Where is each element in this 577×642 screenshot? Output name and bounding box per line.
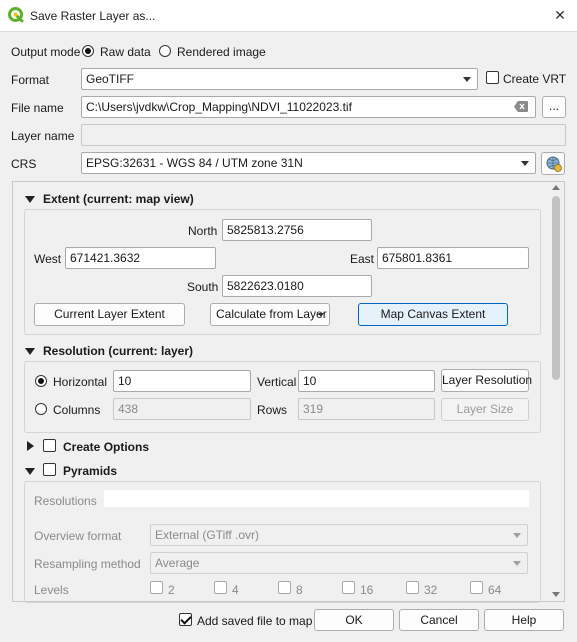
globe-icon [546, 156, 562, 172]
level-4-checkbox[interactable] [214, 581, 227, 594]
file-name-value: C:\Users\jvdkw\Crop_Mapping\NDVI_1102202… [86, 100, 352, 114]
rows-label: Rows [257, 403, 288, 417]
create-options-checkbox[interactable] [43, 439, 56, 452]
west-input[interactable]: 671421.3632 [65, 247, 216, 269]
clear-icon[interactable] [514, 101, 528, 112]
layer-name-label: Layer name [11, 129, 75, 143]
browse-button[interactable]: ... [542, 96, 566, 118]
close-icon[interactable]: ✕ [548, 5, 572, 25]
crs-selector-button[interactable] [541, 152, 565, 175]
columns-radio[interactable] [35, 403, 47, 415]
north-input[interactable]: 5825813.2756 [222, 219, 372, 241]
overview-format-value: External (GTiff .ovr) [155, 528, 260, 542]
chevron-down-icon [318, 313, 324, 317]
crs-label: CRS [11, 157, 37, 171]
format-select[interactable]: GeoTIFF [81, 68, 478, 90]
level-2-checkbox[interactable] [150, 581, 163, 594]
resampling-method-select[interactable]: Average [150, 552, 528, 574]
scroll-up-icon[interactable] [552, 185, 560, 190]
format-label: Format [11, 73, 50, 87]
south-label: South [187, 280, 219, 294]
format-value: GeoTIFF [86, 72, 135, 86]
help-button[interactable]: Help [484, 609, 564, 631]
level-4-label: 4 [232, 583, 239, 597]
columns-input[interactable]: 438 [113, 398, 251, 420]
resampling-method-value: Average [155, 556, 200, 570]
crs-value: EPSG:32631 - WGS 84 / UTM zone 31N [86, 156, 303, 170]
rendered-image-radio[interactable] [159, 45, 171, 57]
vertical-label: Vertical [257, 375, 297, 389]
raw-data-radio[interactable] [82, 45, 94, 57]
crs-select[interactable]: EPSG:32631 - WGS 84 / UTM zone 31N [81, 152, 536, 174]
file-name-label: File name [11, 101, 64, 115]
add-saved-file-checkbox[interactable] [179, 613, 192, 626]
raw-data-label[interactable]: Raw data [100, 45, 151, 59]
layer-size-button[interactable]: Layer Size [441, 398, 529, 421]
calculate-from-layer-label: Calculate from Layer [216, 307, 327, 321]
qgis-logo-icon [8, 7, 24, 23]
current-layer-extent-button[interactable]: Current Layer Extent [34, 303, 185, 326]
level-32-checkbox[interactable] [406, 581, 419, 594]
pyramids-checkbox[interactable] [43, 463, 56, 476]
chevron-down-icon [513, 533, 521, 538]
scroll-down-icon[interactable] [552, 592, 560, 597]
level-64-label: 64 [488, 583, 502, 597]
rendered-image-label[interactable]: Rendered image [177, 45, 266, 59]
columns-label[interactable]: Columns [53, 403, 100, 417]
chevron-down-icon [513, 561, 521, 566]
resolutions-field [104, 490, 529, 507]
horizontal-input[interactable]: 10 [113, 370, 251, 392]
output-mode-label: Output mode [11, 45, 81, 59]
layer-name-input[interactable] [81, 124, 566, 146]
horizontal-radio[interactable] [35, 375, 47, 387]
collapse-extent-icon[interactable] [25, 196, 35, 203]
overview-format-label: Overview format [34, 529, 122, 543]
add-saved-file-label[interactable]: Add saved file to map [197, 614, 312, 628]
east-label: East [350, 252, 375, 266]
cancel-button[interactable]: Cancel [399, 609, 479, 631]
create-vrt-checkbox[interactable] [486, 71, 499, 84]
level-2-label: 2 [168, 583, 175, 597]
south-input[interactable]: 5822623.0180 [222, 275, 372, 297]
calculate-from-layer-button[interactable]: Calculate from Layer [210, 303, 330, 326]
north-label: North [188, 224, 218, 238]
level-8-label: 8 [296, 583, 303, 597]
west-label: West [34, 252, 62, 266]
expand-create-options-icon[interactable] [27, 441, 34, 451]
resolutions-label: Resolutions [34, 494, 97, 508]
collapse-resolution-icon[interactable] [25, 348, 35, 355]
east-input[interactable]: 675801.8361 [377, 247, 529, 269]
layer-resolution-button[interactable]: Layer Resolution [441, 369, 532, 392]
overview-format-select[interactable]: External (GTiff .ovr) [150, 524, 528, 546]
extent-title[interactable]: Extent (current: map view) [43, 192, 194, 206]
level-64-checkbox[interactable] [470, 581, 483, 594]
horizontal-label[interactable]: Horizontal [53, 375, 107, 389]
scrollbar-thumb[interactable] [552, 196, 560, 380]
chevron-down-icon [463, 77, 471, 82]
create-options-title[interactable]: Create Options [63, 440, 149, 454]
level-8-checkbox[interactable] [278, 581, 291, 594]
resolution-title[interactable]: Resolution (current: layer) [43, 344, 193, 358]
pyramids-title[interactable]: Pyramids [63, 464, 117, 478]
file-name-input[interactable]: C:\Users\jvdkw\Crop_Mapping\NDVI_1102202… [81, 96, 536, 118]
level-16-checkbox[interactable] [342, 581, 355, 594]
vertical-input[interactable]: 10 [298, 370, 435, 392]
collapse-pyramids-icon[interactable] [25, 468, 35, 475]
ok-button[interactable]: OK [314, 609, 394, 631]
level-32-label: 32 [424, 583, 438, 597]
chevron-down-icon [521, 161, 529, 166]
resampling-method-label: Resampling method [34, 557, 141, 571]
rows-input[interactable]: 319 [298, 398, 435, 420]
map-canvas-extent-button[interactable]: Map Canvas Extent [358, 303, 508, 326]
window-title: Save Raster Layer as... [30, 9, 156, 23]
levels-label: Levels [34, 583, 69, 597]
create-vrt-label[interactable]: Create VRT [503, 72, 566, 86]
level-16-label: 16 [360, 583, 374, 597]
